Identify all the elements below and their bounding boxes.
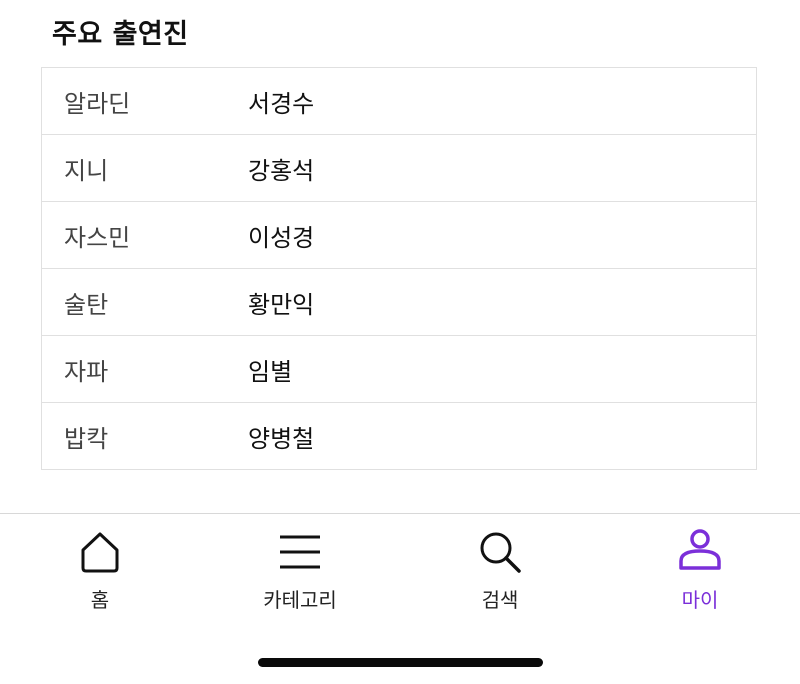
search-icon — [480, 532, 521, 573]
cast-role: 밥칵 — [64, 424, 109, 453]
section-title: 주요 출연진 — [52, 19, 189, 50]
cast-table: 알라딘 서경수 지니 강홍석 자스민 이성경 술탄 황만익 자파 임별 밥칵 양… — [41, 67, 757, 470]
nav-my-button[interactable]: 마이 — [600, 514, 800, 624]
nav-my-label: 마이 — [681, 588, 719, 612]
cast-role: 자파 — [64, 357, 109, 386]
cast-actor: 이성경 — [248, 223, 315, 252]
nav-search-label: 검색 — [481, 588, 519, 612]
person-icon — [679, 529, 721, 570]
nav-home-button[interactable]: 홈 — [0, 514, 200, 624]
cast-actor: 양병철 — [248, 424, 315, 453]
cast-row: 자스민 이성경 — [42, 202, 756, 269]
cast-actor: 임별 — [248, 357, 293, 386]
cast-actor: 황만익 — [248, 290, 315, 319]
cast-role: 지니 — [64, 156, 109, 185]
cast-role: 알라딘 — [64, 89, 131, 118]
home-indicator[interactable] — [258, 658, 543, 667]
cast-actor: 강홍석 — [248, 156, 315, 185]
page: 주요 출연진 알라딘 서경수 지니 강홍석 자스민 이성경 술탄 황만익 자파 … — [0, 0, 800, 684]
menu-icon — [280, 535, 320, 569]
cast-role: 자스민 — [64, 223, 131, 252]
cast-row: 알라딘 서경수 — [42, 68, 756, 135]
cast-row: 지니 강홍석 — [42, 135, 756, 202]
cast-row: 술탄 황만익 — [42, 269, 756, 336]
nav-category-button[interactable]: 카테고리 — [200, 514, 400, 624]
home-icon — [81, 532, 119, 573]
cast-row: 자파 임별 — [42, 336, 756, 403]
nav-home-label: 홈 — [90, 588, 110, 612]
cast-role: 술탄 — [64, 290, 109, 319]
cast-row: 밥칵 양병철 — [42, 403, 756, 469]
cast-actor: 서경수 — [248, 89, 315, 118]
nav-category-label: 카테고리 — [263, 588, 337, 612]
nav-search-button[interactable]: 검색 — [400, 514, 600, 624]
